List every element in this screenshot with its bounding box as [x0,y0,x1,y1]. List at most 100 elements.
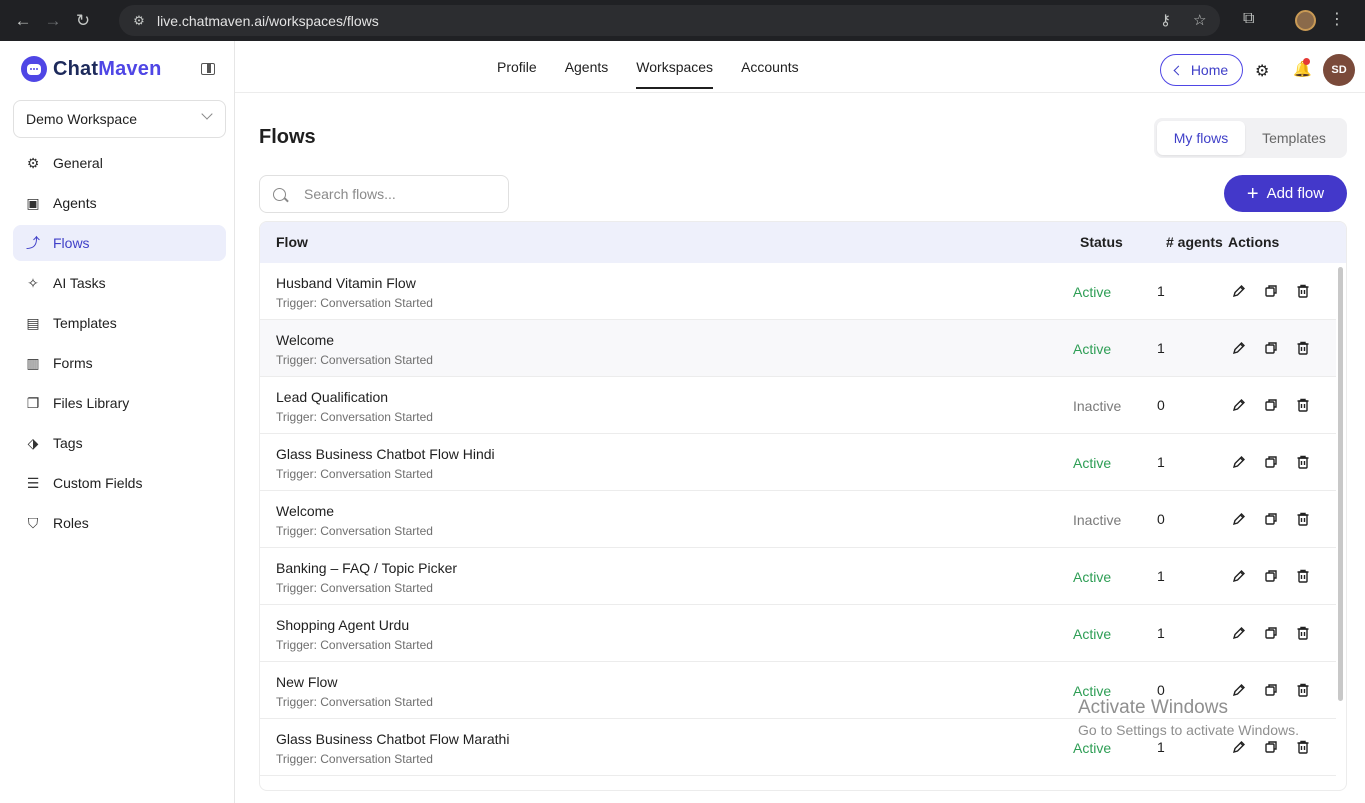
table-row[interactable]: Husband Vitamin Flow Trigger: Conversatio… [260,263,1336,320]
duplicate-icon[interactable] [1263,454,1279,470]
edit-icon[interactable] [1231,397,1247,413]
address-bar[interactable]: ⚙ live.chatmaven.ai/workspaces/flows ⚷ ☆ [119,5,1220,36]
edit-icon[interactable] [1231,568,1247,584]
delete-icon[interactable] [1295,397,1311,413]
status-badge: Active [1073,626,1112,642]
plus-icon: + [1246,182,1259,205]
browser-menu-icon[interactable]: ⋮ [1329,9,1345,29]
back-icon[interactable]: ← [8,6,38,36]
tab-profile[interactable]: Profile [497,41,537,93]
delete-icon[interactable] [1295,568,1311,584]
delete-icon[interactable] [1295,283,1311,299]
duplicate-icon[interactable] [1263,625,1279,641]
sidebar-item-forms[interactable]: ▥ Forms [13,345,226,381]
delete-icon[interactable] [1295,625,1311,641]
edit-icon[interactable] [1231,511,1247,527]
delete-icon[interactable] [1295,340,1311,356]
flow-name[interactable]: Banking – FAQ / Topic Picker [276,560,457,576]
sidebar-item-ai-tasks[interactable]: ✧ AI Tasks [13,265,226,301]
edit-icon[interactable] [1231,283,1247,299]
sidebar-item-label: Files Library [53,395,130,411]
agent-count: 1 [1157,739,1165,755]
table-row[interactable]: Welcome Trigger: Conversation Started Inac… [260,491,1336,548]
table-row[interactable]: Lead Qualification Trigger: Conversation … [260,377,1336,434]
delete-icon[interactable] [1295,511,1311,527]
extensions-icon[interactable]: ⧉ [1243,10,1254,28]
edit-icon[interactable] [1231,625,1247,641]
sidebar-collapse-icon[interactable] [201,63,215,75]
status-badge: Active [1073,455,1112,471]
flow-name[interactable]: Welcome [276,332,334,348]
reload-icon[interactable]: ↻ [68,6,98,36]
add-flow-button[interactable]: + Add flow [1224,175,1347,212]
search-box[interactable] [259,175,509,213]
delete-icon[interactable] [1295,454,1311,470]
tab-agents[interactable]: Agents [565,41,609,93]
files-icon: ❐ [26,394,40,411]
windows-watermark: Activate Windows Go to Settings to activ… [1078,697,1299,738]
sidebar-item-label: AI Tasks [53,275,106,291]
site-info-icon[interactable]: ⚙ [128,13,150,29]
duplicate-icon[interactable] [1263,739,1279,755]
sidebar: ChatMaven Demo Workspace ⚙ General ▣ Agents… [0,41,235,803]
sidebar-item-roles[interactable]: ⛉ Roles [13,505,226,541]
url-text[interactable]: live.chatmaven.ai/workspaces/flows [157,13,379,29]
brand-logo[interactable]: ChatMaven [21,55,162,83]
top-bar: Profile Agents Workspaces Accounts Home ⚙ 🔔… [235,41,1365,93]
sidebar-item-label: Agents [53,195,97,211]
status-badge: Active [1073,341,1112,357]
edit-icon[interactable] [1231,340,1247,356]
flow-name[interactable]: Husband Vitamin Flow [276,275,416,291]
templates-tab[interactable]: Templates [1245,121,1343,155]
duplicate-icon[interactable] [1263,397,1279,413]
sidebar-item-custom-fields[interactable]: ☰ Custom Fields [13,465,226,501]
flow-name[interactable]: Welcome [276,503,334,519]
flow-name[interactable]: Shopping Agent Urdu [276,617,409,633]
home-button[interactable]: Home [1160,54,1243,86]
tab-accounts[interactable]: Accounts [741,41,799,93]
workspace-select[interactable]: Demo Workspace [13,100,226,138]
user-avatar[interactable]: SD [1323,54,1355,86]
flow-name[interactable]: New Flow [276,674,337,690]
flow-name[interactable]: Lead Qualification [276,389,388,405]
agent-count: 1 [1157,625,1165,641]
sidebar-item-agents[interactable]: ▣ Agents [13,185,226,221]
agent-count: 0 [1157,682,1165,698]
flow-name[interactable]: Glass Business Chatbot Flow Hindi [276,446,495,462]
settings-gear-icon[interactable]: ⚙ [1255,61,1269,81]
duplicate-icon[interactable] [1263,568,1279,584]
edit-icon[interactable] [1231,682,1247,698]
my-flows-tab[interactable]: My flows [1157,121,1245,155]
sidebar-item-files-library[interactable]: ❐ Files Library [13,385,226,421]
table-row[interactable]: Banking – FAQ / Topic Picker Trigger: Con… [260,548,1336,605]
chevron-left-icon [1173,65,1184,75]
notification-bell-icon[interactable]: 🔔 [1293,58,1312,78]
table-scrollbar[interactable] [1338,267,1343,701]
forward-icon[interactable]: → [38,6,68,36]
table-row[interactable]: Shopping Agent Urdu Trigger: Conversation… [260,605,1336,662]
duplicate-icon[interactable] [1263,682,1279,698]
sidebar-item-label: Forms [53,355,93,371]
sidebar-item-general[interactable]: ⚙ General [13,145,226,181]
flow-name[interactable]: Glass Business Chatbot Flow Marathi [276,731,509,747]
search-input[interactable] [304,186,494,202]
flow-trigger: Trigger: Conversation Started [276,296,433,310]
table-row[interactable]: Welcome Trigger: Conversation Started Acti… [260,320,1336,377]
browser-profile-icon[interactable] [1295,10,1316,31]
edit-icon[interactable] [1231,739,1247,755]
sidebar-item-tags[interactable]: ⬗ Tags [13,425,226,461]
bookmark-star-icon[interactable]: ☆ [1193,11,1206,29]
duplicate-icon[interactable] [1263,511,1279,527]
sidebar-item-templates[interactable]: ▤ Templates [13,305,226,341]
password-key-icon[interactable]: ⚷ [1160,11,1171,29]
agent-count: 1 [1157,568,1165,584]
tab-workspaces[interactable]: Workspaces [636,41,713,93]
delete-icon[interactable] [1295,739,1311,755]
duplicate-icon[interactable] [1263,283,1279,299]
edit-icon[interactable] [1231,454,1247,470]
delete-icon[interactable] [1295,682,1311,698]
duplicate-icon[interactable] [1263,340,1279,356]
flows-toggle: My flows Templates [1154,118,1347,158]
table-row[interactable]: Glass Business Chatbot Flow Hindi Trigger… [260,434,1336,491]
sidebar-item-flows[interactable]: ⤴ Flows [13,225,226,261]
